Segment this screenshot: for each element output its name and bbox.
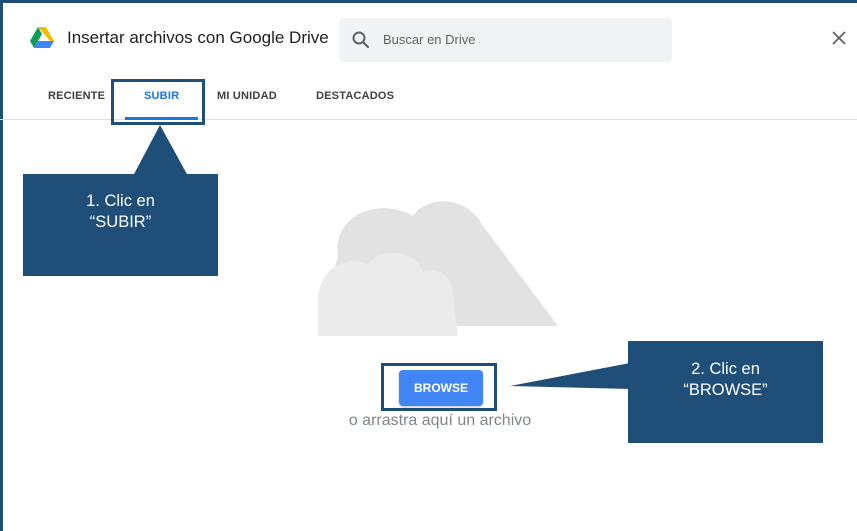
tab-destacados[interactable]: DESTACADOS <box>316 90 394 102</box>
drag-drop-hint: o arrastra aquí un archivo <box>348 412 532 429</box>
callout-step1: 1. Clic en “SUBIR” <box>23 174 218 276</box>
search-icon <box>352 31 370 49</box>
tab-mi-unidad[interactable]: MI UNIDAD <box>217 90 277 102</box>
dialog-header: Insertar archivos con Google Drive Busca… <box>0 0 857 76</box>
close-icon[interactable] <box>829 28 849 48</box>
subir-highlight-box <box>111 79 205 125</box>
search-placeholder: Buscar en Drive <box>383 32 476 47</box>
tab-reciente[interactable]: RECIENTE <box>48 90 105 102</box>
dialog-title: Insertar archivos con Google Drive <box>67 28 329 47</box>
callout-step2: 2. Clic en “BROWSE” <box>628 341 823 443</box>
callout-step2-text: 2. Clic en “BROWSE” <box>683 360 768 399</box>
callout-step1-text: 1. Clic en “SUBIR” <box>86 192 155 231</box>
browse-button[interactable]: BROWSE <box>399 370 483 406</box>
cloud-icon <box>318 201 558 336</box>
search-input[interactable]: Buscar en Drive <box>339 18 672 62</box>
google-drive-icon <box>30 27 54 48</box>
